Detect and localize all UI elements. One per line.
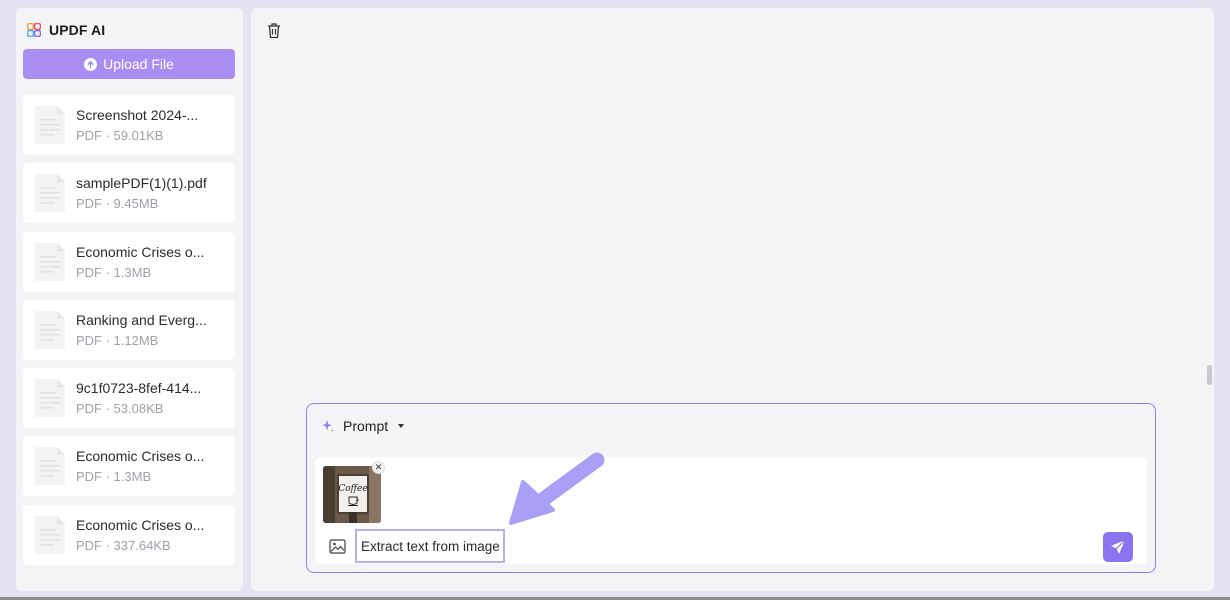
file-icon [35, 242, 65, 281]
file-item[interactable]: Ranking and Everg... PDF · 1.12MB [23, 299, 235, 360]
upload-file-button[interactable]: Upload File [23, 49, 235, 79]
file-icon [35, 379, 65, 418]
upload-icon [84, 57, 98, 71]
file-item[interactable]: Economic Crises o... PDF · 1.3MB [23, 436, 235, 497]
trash-icon[interactable] [266, 22, 282, 39]
attached-image: Coffee [323, 466, 381, 523]
app-window: UPDF AI Upload File Screenshot 2024-... … [0, 0, 1230, 600]
prompt-input-area: Coffee ✕ [315, 457, 1147, 564]
file-name: Screenshot 2024-... [76, 107, 199, 123]
file-name: Economic Crises o... [76, 448, 205, 465]
file-meta: PDF · 1.3MB [76, 264, 152, 280]
file-name: Economic Crises o... [76, 516, 205, 533]
prompt-mode-label: Prompt [343, 418, 389, 434]
file-item[interactable]: samplePDF(1)(1).pdf PDF · 9.45MB [23, 163, 235, 224]
file-item[interactable]: Economic Crises o... PDF · 1.3MB [23, 231, 235, 292]
scrollbar-thumb[interactable] [1207, 365, 1212, 385]
image-icon[interactable] [329, 539, 346, 554]
upload-file-label: Upload File [103, 56, 174, 72]
file-item[interactable]: 9c1f0723-8fef-414... PDF · 53.08KB [23, 368, 235, 429]
updf-logo-icon [27, 23, 41, 37]
caret-down-icon [398, 424, 405, 428]
prompt-input[interactable] [355, 529, 505, 563]
send-button[interactable] [1103, 532, 1133, 562]
file-item[interactable]: Screenshot 2024-... PDF · 59.01KB [23, 95, 235, 155]
sparkle-icon [322, 420, 335, 433]
file-name: Ranking and Everg... [76, 311, 207, 328]
file-icon [35, 106, 65, 144]
attached-image-text: Coffee [338, 484, 367, 494]
file-icon [35, 515, 65, 554]
file-meta: PDF · 59.01KB [76, 128, 164, 143]
brand: UPDF AI [27, 22, 105, 38]
prompt-composer: Prompt Coffee ✕ Extract text from image [306, 403, 1156, 573]
prompt-mode-dropdown[interactable]: Prompt [321, 418, 405, 434]
file-meta: PDF · 9.45MB [76, 196, 159, 212]
attachment-thumbnail: Coffee ✕ [323, 461, 385, 523]
file-icon [35, 310, 65, 349]
file-icon [35, 447, 65, 486]
file-meta: PDF · 53.08KB [76, 401, 164, 417]
file-name: 9c1f0723-8fef-414... [76, 380, 202, 397]
sidebar: UPDF AI Upload File Screenshot 2024-... … [16, 8, 243, 591]
close-icon: ✕ [374, 462, 383, 472]
send-icon [1111, 539, 1126, 554]
file-list: Screenshot 2024-... PDF · 59.01KB sample… [23, 95, 235, 573]
file-name: samplePDF(1)(1).pdf [76, 175, 207, 192]
file-meta: PDF · 337.64KB [76, 537, 171, 553]
file-meta: PDF · 1.3MB [76, 469, 152, 485]
file-meta: PDF · 1.12MB [76, 332, 159, 348]
file-item[interactable]: Economic Crises o... PDF · 337.64KB [23, 504, 235, 565]
annotation-arrow [509, 452, 605, 525]
app-title: UPDF AI [49, 22, 106, 38]
file-icon [35, 174, 65, 213]
file-name: Economic Crises o... [76, 243, 205, 260]
remove-attachment-button[interactable]: ✕ [372, 461, 385, 474]
